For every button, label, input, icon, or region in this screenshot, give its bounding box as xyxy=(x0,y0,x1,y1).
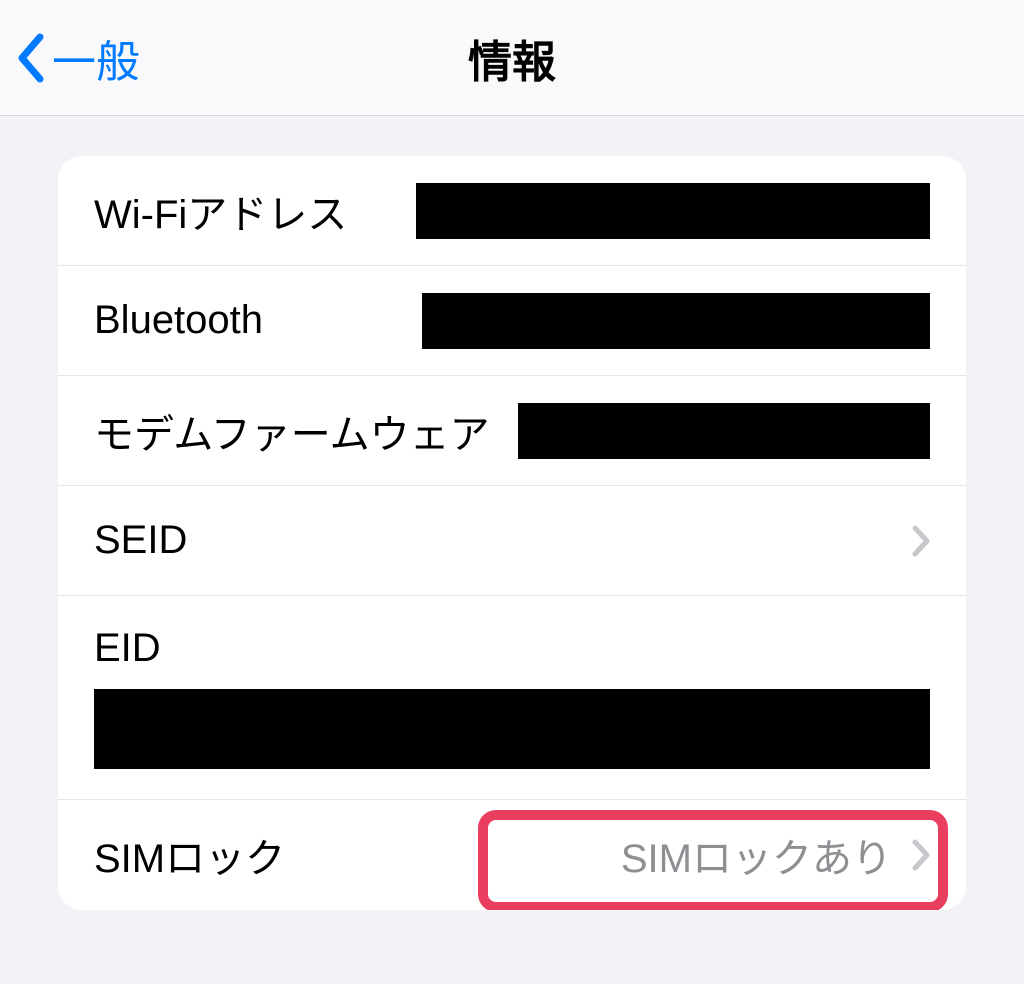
row-label-bluetooth: Bluetooth xyxy=(94,298,263,343)
nav-bar: 一般 情報 xyxy=(0,0,1024,116)
chevron-right-icon xyxy=(912,525,930,557)
row-label-modem: モデムファームウェア xyxy=(94,402,490,460)
row-wifi-address[interactable]: Wi-Fiアドレス xyxy=(58,156,966,266)
row-label-simlock: SIMロック xyxy=(94,826,285,884)
redacted-value xyxy=(518,403,930,459)
settings-list: Wi-Fiアドレス Bluetooth モデムファームウェア SEID EID xyxy=(58,156,966,910)
row-bluetooth[interactable]: Bluetooth xyxy=(58,266,966,376)
row-label-seid: SEID xyxy=(94,518,187,563)
row-label-wifi: Wi-Fiアドレス xyxy=(94,182,347,240)
page-title: 情報 xyxy=(468,26,556,90)
row-modem-firmware[interactable]: モデムファームウェア xyxy=(58,376,966,486)
row-sim-lock[interactable]: SIMロック SIMロックあり xyxy=(58,800,966,910)
row-eid[interactable]: EID xyxy=(58,596,966,800)
row-label-eid: EID xyxy=(94,626,930,671)
redacted-value xyxy=(94,689,930,769)
back-label: 一般 xyxy=(52,26,140,90)
redacted-value xyxy=(416,183,930,239)
redacted-value xyxy=(422,293,930,349)
row-value-simlock: SIMロックあり xyxy=(621,826,892,884)
chevron-left-icon xyxy=(16,33,44,83)
content: Wi-Fiアドレス Bluetooth モデムファームウェア SEID EID xyxy=(0,116,1024,910)
back-button[interactable]: 一般 xyxy=(16,26,140,90)
row-seid[interactable]: SEID xyxy=(58,486,966,596)
chevron-right-icon xyxy=(912,839,930,871)
